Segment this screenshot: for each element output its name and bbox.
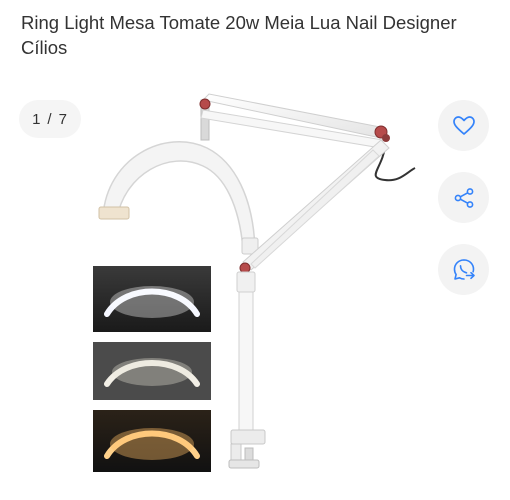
- light-mode-neutral: [93, 342, 211, 400]
- image-counter-current: 1: [32, 110, 42, 128]
- image-gallery[interactable]: 1 / 7: [0, 88, 510, 500]
- light-mode-warm: [93, 410, 211, 472]
- light-mode-cool: [93, 266, 211, 332]
- share-button[interactable]: [438, 172, 489, 223]
- share-icon: [454, 187, 473, 208]
- product-title: Ring Light Mesa Tomate 20w Meia Lua Nail…: [21, 12, 457, 58]
- lamp-head: [98, 141, 259, 255]
- scrolled-content-edge: [370, 0, 465, 5]
- image-counter: 1 / 7: [19, 100, 81, 138]
- whatsapp-share-button[interactable]: [438, 244, 489, 295]
- image-counter-separator: /: [47, 110, 53, 128]
- product-image[interactable]: [85, 88, 430, 500]
- favorite-button[interactable]: [438, 100, 489, 151]
- lamp-stand: [228, 271, 266, 469]
- heart-icon: [452, 115, 475, 135]
- whatsapp-icon: [453, 258, 475, 280]
- image-counter-total: 7: [58, 110, 68, 128]
